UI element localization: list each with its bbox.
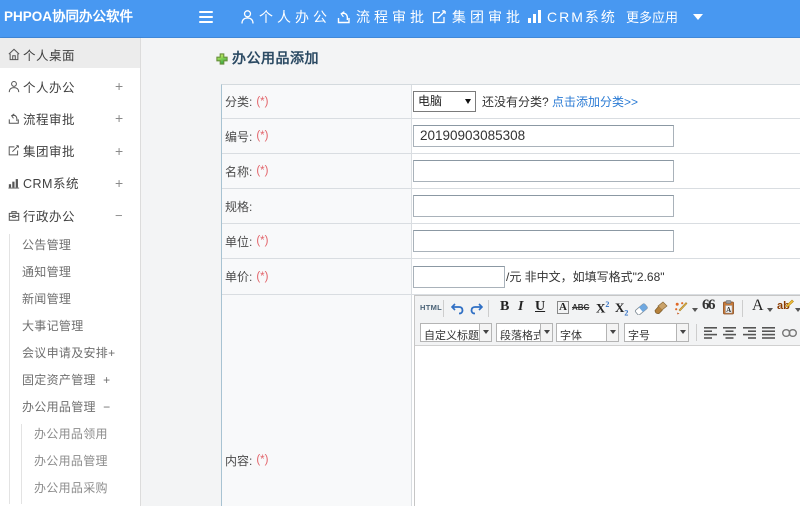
svg-text:A: A xyxy=(726,306,731,314)
